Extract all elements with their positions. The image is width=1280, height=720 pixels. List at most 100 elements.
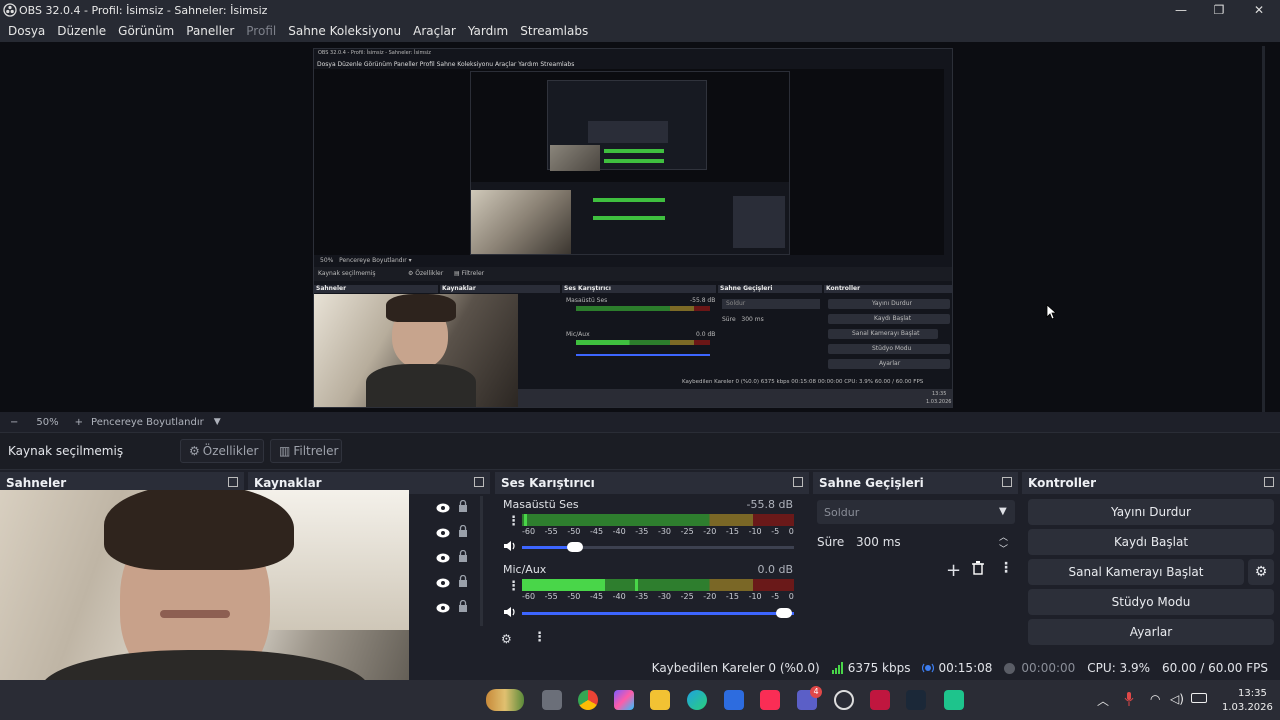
mixer-menu-icon[interactable]: ⋮	[533, 630, 546, 645]
task-view-icon[interactable]	[542, 690, 562, 710]
edge-icon[interactable]	[687, 690, 707, 710]
gear-icon: ⚙	[189, 444, 200, 458]
mixer-title: Ses Karıştırıcı	[501, 476, 595, 490]
preview-scrollbar[interactable]	[1262, 46, 1265, 414]
menu-dosya[interactable]: Dosya	[2, 24, 51, 38]
chevron-down-icon[interactable]: ﹀	[999, 542, 1008, 555]
menu-duzenle[interactable]: Düzenle	[51, 24, 112, 38]
eye-icon[interactable]	[436, 552, 450, 566]
advanced-audio-gear-icon[interactable]: ⚙	[501, 632, 512, 646]
maximize-icon[interactable]: ❐	[1200, 0, 1238, 20]
zoom-mode-select[interactable]: Pencereye Boyutlandır	[91, 417, 204, 428]
zoom-level: 50%	[36, 416, 59, 428]
channel-mic-volume-handle[interactable]	[776, 608, 792, 618]
battery-icon[interactable]	[1191, 693, 1207, 703]
lock-icon[interactable]	[458, 574, 468, 591]
minimize-icon[interactable]: —	[1162, 0, 1200, 20]
channel-mic-menu-icon[interactable]: ⋮	[507, 579, 520, 594]
mixer-undock-icon[interactable]	[793, 477, 803, 487]
start-recording-button[interactable]: Kaydı Başlat	[1028, 529, 1274, 555]
stream-time: 00:15:08	[922, 661, 992, 675]
sources-scrollbar[interactable]	[480, 496, 483, 626]
filters-button[interactable]: ▥ Filtreler	[270, 439, 342, 463]
webcam-hair	[104, 490, 294, 570]
menu-streamlabs[interactable]: Streamlabs	[514, 24, 594, 38]
wifi-icon[interactable]: ◠	[1150, 692, 1160, 706]
start-virtual-camera-button[interactable]: Sanal Kamerayı Başlat	[1028, 559, 1244, 585]
eye-icon[interactable]	[436, 502, 450, 516]
file-explorer-icon[interactable]	[650, 690, 670, 710]
menu-paneller[interactable]: Paneller	[180, 24, 240, 38]
zoom-out-button[interactable]: −	[10, 417, 18, 428]
nested-zoom: 50% Pencereye Boyutlandır ▾	[320, 257, 412, 264]
nested-duration: Süre 300 ms	[722, 316, 764, 323]
menu-profil[interactable]: Profil	[240, 24, 282, 38]
fps-indicator: 60.00 / 60.00 FPS	[1162, 661, 1268, 675]
webcam-mouth	[160, 610, 230, 618]
nested-title: OBS 32.0.4 - Profil: İsimsiz - Sahneler:…	[318, 50, 431, 56]
nested-date: 1.03.2026	[926, 399, 952, 405]
menu-sahne-koleksiyonu[interactable]: Sahne Koleksiyonu	[282, 24, 407, 38]
lock-icon[interactable]	[458, 524, 468, 541]
speaker-icon[interactable]	[503, 540, 517, 555]
eye-icon[interactable]	[436, 527, 450, 541]
settings-button[interactable]: Ayarlar	[1028, 619, 1274, 645]
menu-yardim[interactable]: Yardım	[462, 24, 514, 38]
volume-icon[interactable]: ◁)	[1170, 692, 1184, 706]
nested-deeper-window	[470, 71, 790, 255]
nested-mixer-volume-2	[576, 354, 710, 356]
mouse-cursor-icon	[1046, 304, 1056, 320]
record-dot-icon	[1004, 662, 1016, 674]
add-transition-icon[interactable]: +	[946, 560, 961, 581]
lock-icon[interactable]	[458, 499, 468, 516]
virtual-camera-settings-gear-icon[interactable]: ⚙	[1248, 559, 1274, 585]
stop-stream-button[interactable]: Yayını Durdur	[1028, 499, 1274, 525]
chevron-down-icon[interactable]: ▼	[999, 506, 1007, 517]
nested-mixer-ch1: Masaüstü Ses	[566, 297, 608, 304]
menu-gorunum[interactable]: Görünüm	[112, 24, 180, 38]
channel-desktop-menu-icon[interactable]: ⋮	[507, 514, 520, 529]
scenes-undock-icon[interactable]	[228, 477, 238, 487]
close-icon[interactable]: ✕	[1240, 0, 1278, 20]
scenes-title: Sahneler	[6, 476, 67, 490]
transitions-undock-icon[interactable]	[1002, 477, 1012, 487]
channel-mic-meter-peak	[635, 579, 638, 591]
nested-deeper-controls	[733, 196, 785, 248]
lock-icon[interactable]	[458, 549, 468, 566]
clock-date[interactable]: 1.03.2026	[1222, 702, 1273, 713]
channel-desktop-volume-handle[interactable]	[567, 542, 583, 552]
properties-button[interactable]: ⚙ Özellikler	[180, 439, 264, 463]
source-visibility-column	[436, 499, 472, 620]
forza-icon[interactable]	[870, 690, 890, 710]
streamlabs-icon[interactable]	[944, 690, 964, 710]
clock-time[interactable]: 13:35	[1238, 688, 1267, 699]
transition-menu-icon[interactable]: ⋮	[999, 560, 1013, 576]
nested-torso	[366, 364, 476, 407]
nested-mixer-ch1-db: -55.8 dB	[690, 297, 716, 304]
zoom-in-button[interactable]: +	[75, 417, 83, 428]
channel-mic-name: Mic/Aux	[503, 563, 547, 576]
lock-icon[interactable]	[458, 599, 468, 616]
music-icon[interactable]	[760, 690, 780, 710]
store-icon[interactable]	[724, 690, 744, 710]
eye-icon[interactable]	[436, 577, 450, 591]
nested-dock-transitions: Sahne Geçişleri	[720, 285, 773, 292]
channel-mic-volume-fill[interactable]	[522, 612, 794, 615]
weather-widget-icon[interactable]	[486, 689, 524, 711]
chevron-up-icon[interactable]: ︿	[1097, 692, 1109, 709]
trash-icon[interactable]	[972, 561, 984, 578]
steam-icon[interactable]	[906, 690, 926, 710]
chrome-icon[interactable]	[578, 690, 598, 710]
controls-undock-icon[interactable]	[1264, 477, 1274, 487]
chevron-down-icon[interactable]: ▼	[214, 417, 221, 427]
nested-ctrl-record: Kaydı Başlat	[874, 315, 912, 322]
sources-undock-icon[interactable]	[474, 477, 484, 487]
menu-araclar[interactable]: Araçlar	[407, 24, 462, 38]
studio-mode-button[interactable]: Stüdyo Modu	[1028, 589, 1274, 615]
eye-icon[interactable]	[436, 602, 450, 616]
obs-taskbar-icon[interactable]	[834, 690, 854, 710]
copilot-icon[interactable]	[614, 690, 634, 710]
microphone-icon[interactable]	[1124, 692, 1134, 709]
channel-desktop-name: Masaüstü Ses	[503, 498, 579, 511]
speaker-icon[interactable]	[503, 606, 517, 621]
